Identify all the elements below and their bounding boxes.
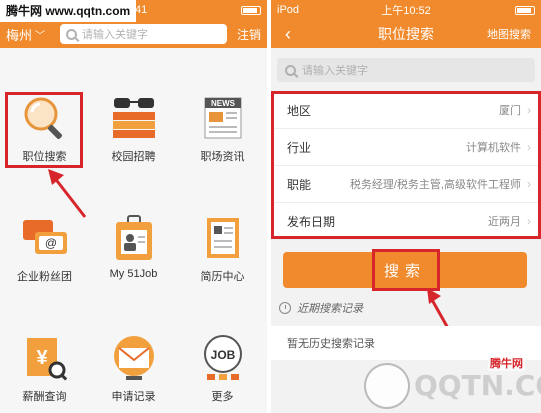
highlight-box-job-search [5, 92, 83, 168]
id-badge-icon [110, 214, 158, 262]
yen-text: ¥ [36, 347, 48, 369]
news-icon-text: NEWS [211, 99, 236, 108]
top-nav: 梅州 ﹀ 请输入关键字 注销 [0, 20, 267, 48]
highlight-box-filters [271, 91, 541, 239]
search-placeholder: 请输入关键字 [82, 29, 148, 41]
menu-item-more[interactable]: JOB 更多 [178, 288, 267, 408]
city-label: 梅州 [6, 27, 33, 43]
chevron-down-icon: ﹀ [35, 30, 46, 42]
menu-label: 申请记录 [111, 391, 156, 403]
recent-label: 近期搜索记录 [297, 302, 363, 315]
page-title: 职位搜索 [378, 26, 434, 42]
logout-button[interactable]: 注销 [237, 26, 261, 43]
menu-label: 校园招聘 [111, 151, 156, 163]
menu-item-my51job[interactable]: My 51Job [89, 168, 178, 288]
highlight-box-search-button [372, 249, 440, 291]
top-nav: ‹ 职位搜索 地图搜索 [271, 20, 541, 48]
back-icon[interactable]: ‹ [285, 24, 291, 45]
search-placeholder: 请输入关键字 [302, 65, 368, 77]
at-sign-text: @ [44, 236, 56, 250]
menu-item-resume[interactable]: 简历中心 [178, 168, 267, 288]
battery-icon [515, 5, 535, 15]
watermark-text: QQTN.COM [414, 369, 541, 402]
search-input[interactable]: 请输入关键字 [60, 24, 227, 44]
yen-search-icon: ¥ [21, 334, 69, 382]
search-icon [66, 28, 77, 40]
envelope-icon [110, 334, 158, 382]
watermark-circle [364, 363, 410, 409]
annotation-arrow [48, 169, 87, 218]
news-icon: NEWS [199, 94, 247, 142]
menu-label: 企业粉丝团 [17, 271, 72, 283]
menu-label: 更多 [211, 391, 234, 403]
home-screen: 10:41 梅州 ﹀ 请输入关键字 注销 职位搜索 [0, 0, 267, 413]
menu-item-news[interactable]: NEWS 职场资讯 [178, 48, 267, 168]
map-search-button[interactable]: 地图搜索 [487, 26, 531, 42]
status-carrier: iPod [277, 4, 300, 16]
clock-icon [279, 302, 291, 314]
job-text: JOB [210, 348, 235, 362]
city-selector[interactable]: 梅州 ﹀ [6, 25, 60, 44]
recent-searches-heading: 近期搜索记录 [279, 300, 363, 316]
resume-icon [199, 214, 247, 262]
search-icon [285, 64, 296, 76]
site-watermark: 腾牛网 www.qqtn.com [0, 0, 137, 22]
job-more-icon: JOB [199, 334, 247, 382]
glasses-books-icon [110, 94, 158, 142]
menu-label: 薪酬查询 [22, 391, 67, 403]
battery-icon [241, 5, 261, 15]
menu-label: 职场资讯 [200, 151, 245, 163]
menu-label: My 51Job [109, 268, 158, 280]
status-bar: iPod 上午10:52 [271, 0, 541, 20]
status-time: 上午10:52 [381, 5, 431, 17]
menu-item-campus[interactable]: 校园招聘 [89, 48, 178, 168]
job-search-screen: iPod 上午10:52 ‹ 职位搜索 地图搜索 请输入关键字 地区 厦门 › … [271, 0, 541, 413]
keyword-search-input[interactable]: 请输入关键字 [277, 58, 535, 82]
menu-item-salary[interactable]: ¥ 薪酬查询 [0, 288, 89, 408]
watermark-badge: 腾牛网 [488, 355, 525, 371]
menu-item-applications[interactable]: 申请记录 [89, 288, 178, 408]
menu-label: 简历中心 [200, 271, 245, 283]
qqtn-watermark-logo: QQTN.COM 腾牛网 [364, 355, 541, 411]
